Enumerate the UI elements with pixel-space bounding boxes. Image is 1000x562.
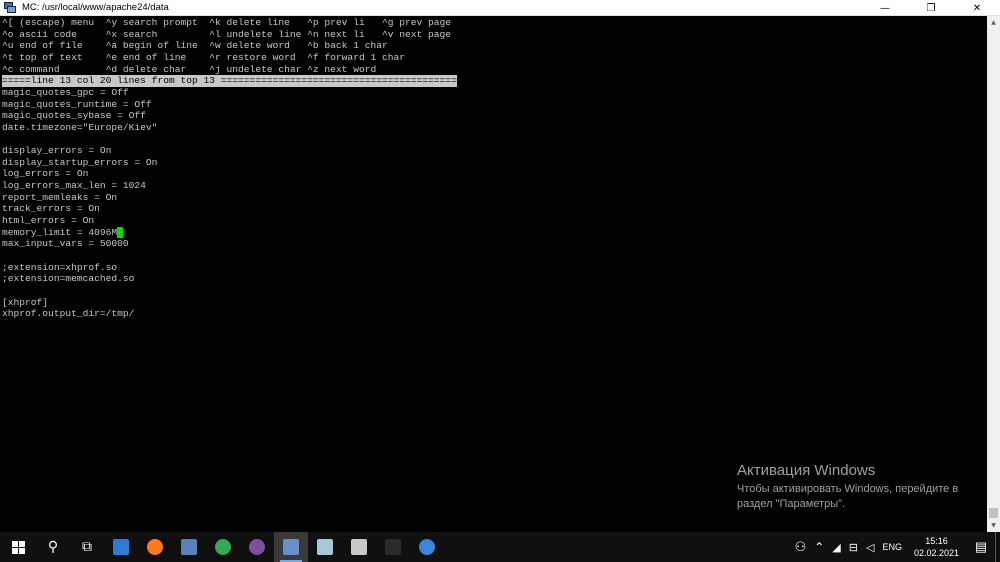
- file-content-line: ;extension=xhprof.so: [2, 261, 118, 273]
- file-content-line: display_errors = On: [2, 145, 112, 157]
- file-content-line: [xhprof]: [2, 296, 49, 308]
- file-content-line: html_errors = On: [2, 215, 95, 227]
- chrome-icon[interactable]: [206, 532, 240, 562]
- help-line: ^c command ^d delete char ^j undelete ch…: [2, 63, 377, 75]
- clock-time: 15:16: [925, 536, 948, 546]
- file-content-line: log_errors_max_len = 1024: [2, 180, 146, 192]
- app-icon[interactable]: [308, 532, 342, 562]
- file-content-line-text: memory_limit = 4096M: [2, 226, 118, 238]
- volume-icon[interactable]: ◁: [862, 532, 878, 562]
- people-icon[interactable]: ⚇: [791, 532, 811, 562]
- network-icon[interactable]: ⊟: [845, 532, 862, 562]
- show-hidden-icons-chevron-icon[interactable]: ⌃: [810, 532, 828, 562]
- file-content-line: display_startup_errors = On: [2, 156, 158, 168]
- putty-app-icon[interactable]: [3, 1, 17, 15]
- language-indicator[interactable]: ENG: [878, 532, 906, 562]
- start-icon[interactable]: [0, 532, 36, 562]
- file-content-line: date.timezone="Europe/Kiev": [2, 121, 158, 133]
- scroll-down-arrow-icon[interactable]: ▼: [987, 519, 1000, 532]
- wifi-icon[interactable]: ◢: [828, 532, 844, 562]
- taskbar: ⚲ ⧉ ⚇ ⌃ ◢ ⊟ ◁ ENG 15:16 02.02.2021 ▤: [0, 532, 1000, 562]
- file-content-line: magic_quotes_gpc = Off: [2, 86, 129, 98]
- remote-desktop-icon[interactable]: [104, 532, 138, 562]
- file-content-line: track_errors = On: [2, 203, 100, 215]
- clock-date: 02.02.2021: [913, 548, 959, 558]
- text-cursor: [117, 226, 124, 238]
- file-content-line: memory_limit = 4096M: [2, 226, 124, 239]
- minimize-button[interactable]: —: [862, 0, 908, 16]
- editor-status-line: =====line 13 col 20 lines from top 13 ==…: [2, 75, 457, 87]
- scroll-thumb[interactable]: [989, 508, 998, 518]
- help-line: ^[ (escape) menu ^y search prompt ^k del…: [2, 17, 452, 28]
- notifications-icon[interactable]: ▤: [967, 532, 995, 562]
- show-desktop-button[interactable]: [995, 532, 1000, 562]
- task-view-icon[interactable]: ⧉: [70, 532, 104, 562]
- terminal-area[interactable]: ^[ (escape) menu ^y search prompt ^k del…: [0, 16, 987, 532]
- network-app-icon[interactable]: [410, 532, 444, 562]
- viber-icon[interactable]: [240, 532, 274, 562]
- scanner-icon[interactable]: [342, 532, 376, 562]
- firefox-icon[interactable]: [138, 532, 172, 562]
- notepad-icon[interactable]: [172, 532, 206, 562]
- file-content-line: xhprof.output_dir=/tmp/: [2, 308, 135, 320]
- activation-watermark: Активация Windows Чтобы активировать Win…: [737, 462, 977, 512]
- file-content-line: magic_quotes_runtime = Off: [2, 98, 152, 110]
- terminal-icon[interactable]: [376, 532, 410, 562]
- scroll-up-arrow-icon[interactable]: ▲: [987, 16, 1000, 29]
- watermark-title: Активация Windows: [737, 462, 876, 479]
- maximize-button[interactable]: ❐: [908, 0, 954, 16]
- search-icon[interactable]: ⚲: [36, 532, 70, 562]
- close-button[interactable]: ✕: [954, 0, 1000, 16]
- system-tray: ⚇ ⌃ ◢ ⊟ ◁ ENG 15:16 02.02.2021 ▤: [791, 532, 1000, 562]
- file-content-line: ;extension=memcached.so: [2, 273, 135, 285]
- help-line: ^t top of text ^e end of line ^r restore…: [2, 51, 406, 63]
- putty-icon[interactable]: [274, 532, 308, 562]
- file-content-line: magic_quotes_sybase = Off: [2, 110, 146, 122]
- vertical-scrollbar[interactable]: ▲ ▼: [987, 16, 1000, 532]
- file-content-line: log_errors = On: [2, 168, 89, 180]
- window-titlebar: MC: /usr/local/www/apache24/data — ❐ ✕: [0, 0, 1000, 16]
- file-content-line: max_input_vars = 50000: [2, 238, 129, 250]
- window-title: MC: /usr/local/www/apache24/data: [22, 2, 169, 13]
- help-line: ^o ascii code ^x search ^l undelete line…: [2, 28, 452, 40]
- clock[interactable]: 15:16 02.02.2021: [906, 532, 967, 562]
- help-line: ^u end of file ^a begin of line ^w delet…: [2, 40, 388, 52]
- watermark-text: Чтобы активировать Windows, перейдите в …: [737, 483, 959, 510]
- file-content-line: report_memleaks = On: [2, 191, 118, 203]
